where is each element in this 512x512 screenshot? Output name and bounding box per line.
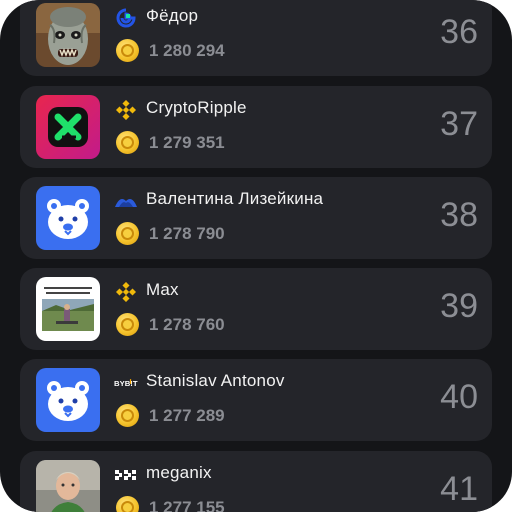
player-score: 1 279 351 [149,133,225,152]
player-score: 1 280 294 [149,41,225,60]
gate-icon [114,8,138,28]
coin-icon [116,39,139,62]
player-rank: 38 [440,196,478,234]
avatar [36,460,100,512]
x-logo-avatar-image [36,95,100,159]
player-score: 1 278 760 [149,315,225,334]
man-avatar-image [36,460,100,512]
player-name: Валентина Лизейкина [146,189,324,208]
coin-icon [116,404,139,427]
coin-icon [116,131,139,154]
binance-icon [114,282,138,302]
avatar [36,95,100,159]
bingx-icon [114,191,138,211]
bybit-logo-text: BYB!T [114,379,138,388]
player-name: CryptoRipple [146,98,247,117]
leaderboard-row[interactable]: BYB!T Stanislav Antonov 1 277 289 40 [20,359,492,441]
leaderboard-row[interactable]: Валентина Лизейкина 1 278 790 38 [20,177,492,259]
leaderboard-row[interactable]: Max 1 278 760 39 [20,268,492,350]
player-name: meganix [146,463,212,482]
leaderboard-row[interactable]: CryptoRipple 1 279 351 37 [20,86,492,168]
player-rank: 39 [440,287,478,325]
avatar [36,3,100,67]
player-name: Max [146,280,179,299]
player-name: Stanislav Antonov [146,371,285,390]
coin-icon [116,222,139,245]
meme-avatar-image [36,277,100,341]
coin-icon [116,496,139,512]
player-score: 1 277 289 [149,406,225,425]
player-name: Фёдор [146,6,199,25]
binance-icon [114,100,138,120]
avatar [36,368,100,432]
player-rank: 37 [440,105,478,143]
zombie-avatar-image [36,3,100,67]
avatar [36,277,100,341]
avatar [36,186,100,250]
bybit-icon: BYB!T [114,373,138,393]
player-score: 1 277 155 [149,498,225,512]
player-rank: 40 [440,378,478,416]
okx-icon [114,465,138,485]
coin-icon [116,313,139,336]
leaderboard-row[interactable]: meganix 1 277 155 41 [20,451,492,512]
player-score: 1 278 790 [149,224,225,243]
hamster-avatar-image [36,368,100,432]
leaderboard-screen: Фёдор 1 280 294 36 CryptoRipple 1 279 35… [0,0,512,512]
player-rank: 41 [440,470,478,508]
player-rank: 36 [440,13,478,51]
hamster-avatar-image [36,186,100,250]
leaderboard-row[interactable]: Фёдор 1 280 294 36 [20,0,492,76]
